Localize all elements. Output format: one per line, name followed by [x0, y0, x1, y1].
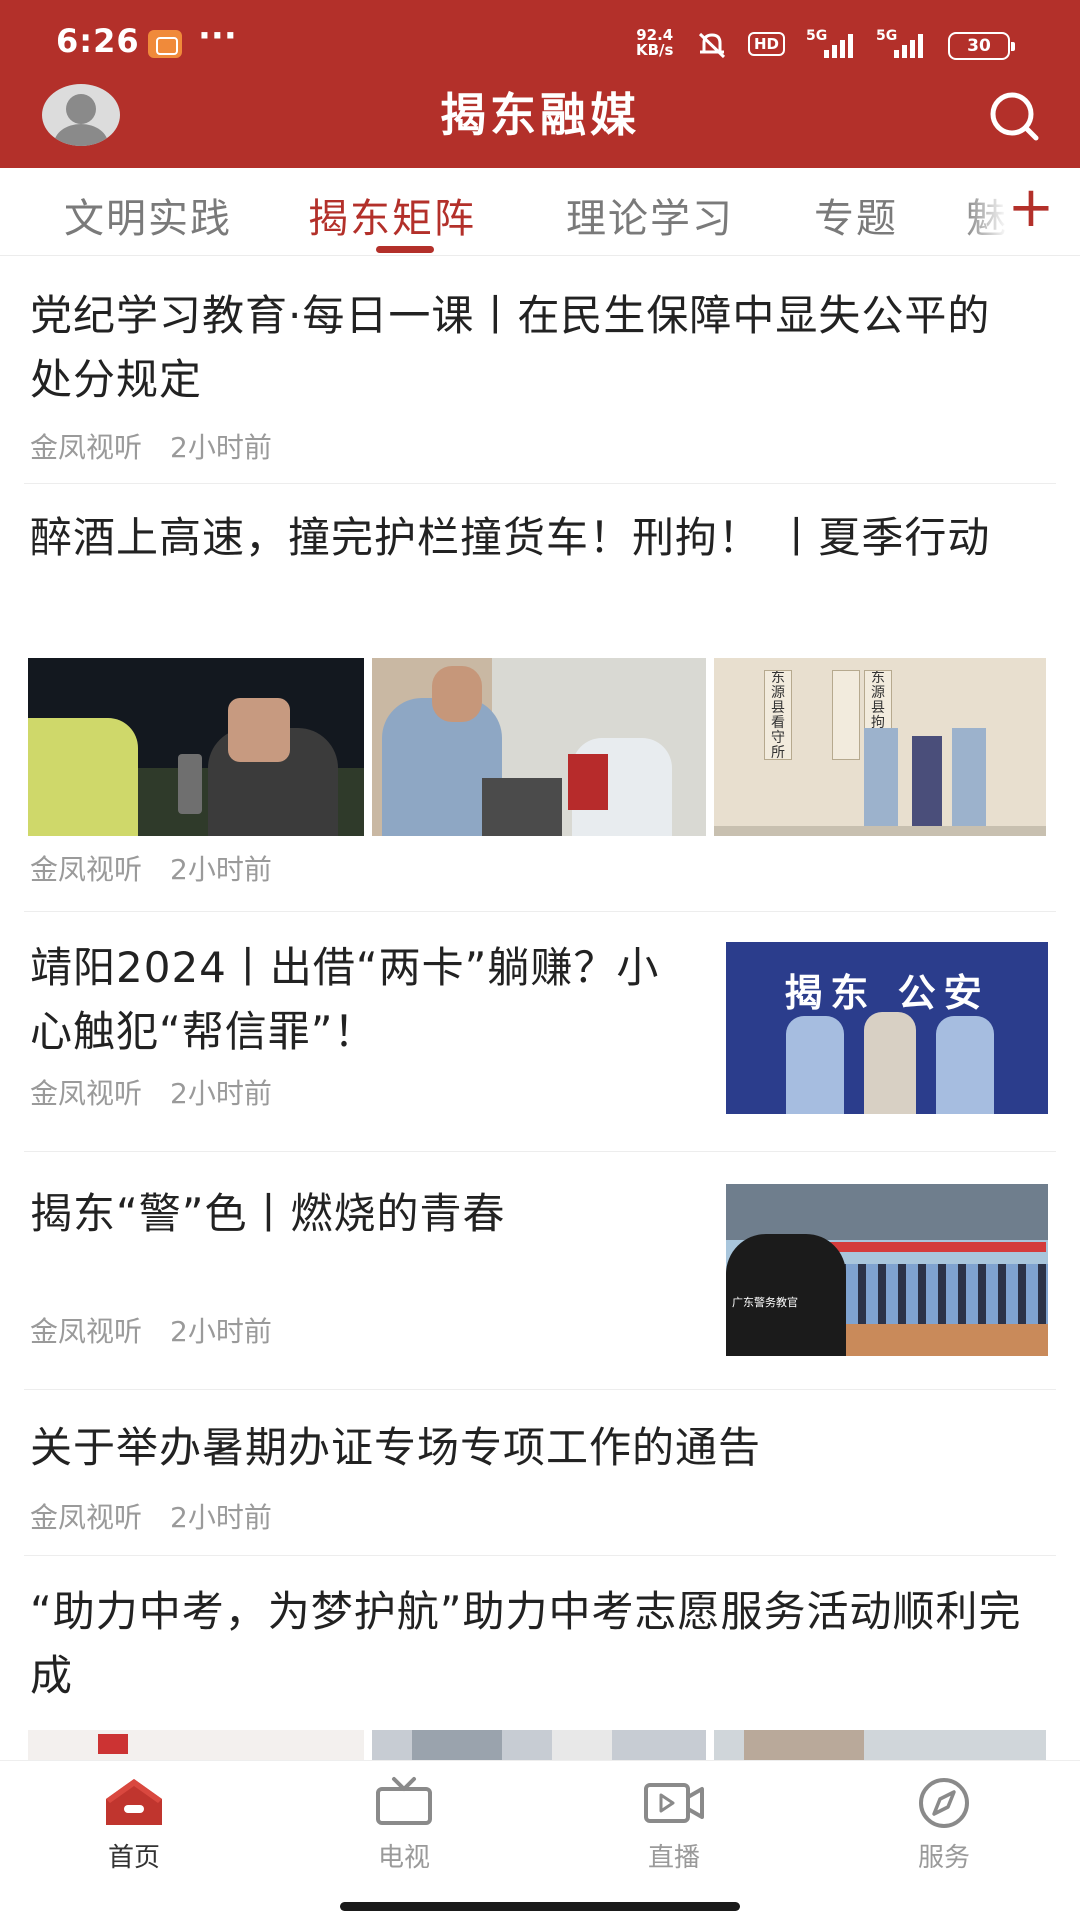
news-time: 2小时前	[170, 853, 272, 886]
compass-icon	[919, 1778, 969, 1828]
news-title[interactable]: 党纪学习教育·每日一课丨在民生保障中显失公平的处分规定	[30, 284, 1030, 412]
tab-lilun-xuexi[interactable]: 理论学习	[566, 186, 734, 244]
live-video-icon	[644, 1783, 704, 1823]
news-title[interactable]: 关于举办暑期办证专场专项工作的通告	[30, 1416, 1050, 1480]
tab-zhuanti[interactable]: 专题	[814, 186, 898, 244]
news-meta: 金凤视听 2小时前	[30, 426, 272, 466]
news-time: 2小时前	[170, 1501, 272, 1534]
signal-icon: 5G	[806, 28, 862, 60]
news-item[interactable]: 关于举办暑期办证专场专项工作的通告 金凤视听 2小时前	[24, 1390, 1056, 1556]
nav-home[interactable]: 首页	[74, 1775, 194, 1874]
news-title[interactable]: 靖阳2024丨出借“两卡”躺赚？小心触犯“帮信罪”！	[30, 936, 670, 1064]
app-notification-icon	[148, 30, 182, 58]
news-thumbnail[interactable]: 揭东 公安	[726, 942, 1048, 1114]
more-notifications-icon: ···	[198, 16, 237, 56]
home-indicator[interactable]	[340, 1902, 740, 1911]
nav-live[interactable]: 直播	[614, 1775, 734, 1874]
app-header: 6:26 ··· 92.4 KB/s HD 5G 5G 30 揭东融媒	[0, 0, 1080, 168]
news-title[interactable]: “助力中考，为梦护航”助力中考志愿服务活动顺利完成	[30, 1580, 1050, 1708]
nav-tv[interactable]: 电视	[344, 1775, 464, 1874]
muted-bell-icon	[698, 32, 726, 59]
news-feed[interactable]: 党纪学习教育·每日一课丨在民生保障中显失公平的处分规定 金凤视听 2小时前 醉酒上…	[0, 256, 1080, 1760]
news-image-3[interactable]: 东源县看守所 东源县拘留所	[714, 658, 1046, 836]
news-time: 2小时前	[170, 431, 272, 464]
status-bar: 6:26 ··· 92.4 KB/s HD 5G 5G 30	[0, 0, 1080, 80]
hd-voice-icon: HD	[748, 32, 786, 56]
nav-live-label: 直播	[647, 1843, 700, 1873]
news-image-2[interactable]	[372, 658, 706, 836]
news-item[interactable]: 靖阳2024丨出借“两卡”躺赚？小心触犯“帮信罪”！ 金凤视听 2小时前 揭东 公…	[24, 912, 1056, 1152]
news-source: 金凤视听	[30, 1077, 143, 1110]
news-time: 2小时前	[170, 1315, 272, 1348]
nav-service[interactable]: 服务	[884, 1775, 1004, 1874]
news-meta: 金凤视听 2小时前	[30, 1496, 272, 1536]
news-source: 金凤视听	[30, 1315, 143, 1348]
detention-sign: 东源县看守所	[764, 670, 792, 760]
tab-jiedong-juzhen[interactable]: 揭东矩阵	[308, 186, 476, 244]
nav-home-label: 首页	[107, 1843, 160, 1873]
tv-icon	[376, 1777, 432, 1825]
network-speed: 92.4 KB/s	[636, 26, 674, 59]
news-image-3[interactable]	[714, 1730, 1046, 1760]
news-meta: 金凤视听 2小时前	[30, 848, 272, 888]
news-image-2[interactable]	[372, 1730, 706, 1760]
status-time: 6:26	[56, 22, 140, 60]
add-channel-icon[interactable]: +	[1006, 178, 1056, 238]
signal-icon-2: 5G	[876, 28, 932, 60]
news-meta: 金凤视听 2小时前	[30, 1310, 272, 1350]
battery-icon: 30	[948, 32, 1015, 60]
news-meta: 金凤视听 2小时前	[30, 1072, 272, 1112]
thumbnail-caption: 揭东 公安	[784, 971, 990, 1015]
news-title[interactable]: 揭东“警”色丨燃烧的青春	[30, 1182, 670, 1246]
news-item[interactable]: “助力中考，为梦护航”助力中考志愿服务活动顺利完成	[24, 1556, 1056, 1760]
news-image-1[interactable]	[28, 1730, 364, 1760]
news-image-1[interactable]	[28, 658, 364, 836]
news-item[interactable]: 揭东“警”色丨燃烧的青春 金凤视听 2小时前 广东警务教官	[24, 1152, 1056, 1390]
news-item[interactable]: 党纪学习教育·每日一课丨在民生保障中显失公平的处分规定 金凤视听 2小时前	[24, 256, 1056, 484]
nav-tv-label: 电视	[377, 1843, 430, 1873]
app-title: 揭东融媒	[440, 88, 640, 142]
news-source: 金凤视听	[30, 1501, 143, 1534]
nav-service-label: 服务	[917, 1843, 970, 1873]
home-icon	[106, 1779, 162, 1825]
bottom-navigation: 首页 电视 直播 服务	[0, 1760, 1080, 1920]
active-tab-indicator	[376, 246, 434, 253]
news-title[interactable]: 醉酒上高速，撞完护栏撞货车！刑拘！ 丨夏季行动	[30, 506, 1050, 570]
news-time: 2小时前	[170, 1077, 272, 1110]
tab-wenming-shijian[interactable]: 文明实践	[64, 186, 232, 244]
news-thumbnail[interactable]: 广东警务教官	[726, 1184, 1048, 1356]
thumbnail-caption: 广东警务教官	[732, 1296, 798, 1309]
category-tabs: 文明实践 揭东矩阵 理论学习 专题 魅 +	[0, 168, 1080, 256]
news-source: 金凤视听	[30, 431, 143, 464]
search-icon[interactable]	[986, 88, 1042, 144]
news-item[interactable]: 醉酒上高速，撞完护栏撞货车！刑拘！ 丨夏季行动 东源县看守所 东源县拘留所	[24, 484, 1056, 912]
news-source: 金凤视听	[30, 853, 143, 886]
